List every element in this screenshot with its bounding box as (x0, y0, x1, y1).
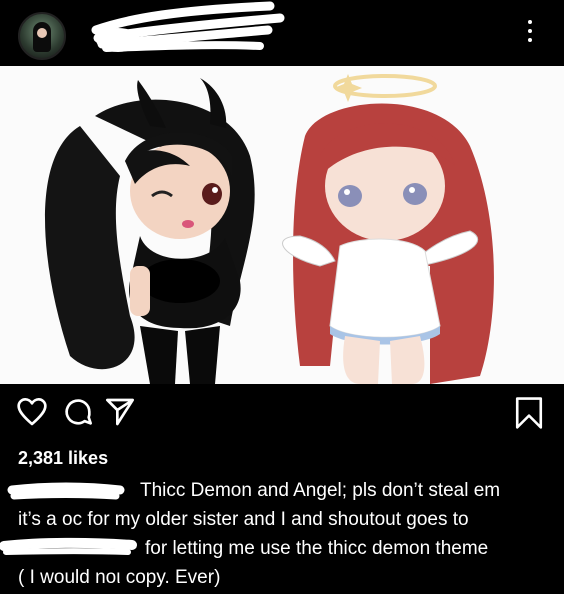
caption-mention-redaction (0, 537, 137, 555)
caption-line: for letting me use the thicc demon theme (145, 538, 489, 559)
heart-icon[interactable] (16, 396, 48, 428)
caption-line: ( I would noι copy. Ever) (18, 567, 221, 588)
comment-icon[interactable] (62, 396, 94, 428)
caption-line: it’s a oc for my older sister and I and … (18, 509, 469, 530)
post-image[interactable] (0, 66, 564, 384)
post-header (0, 0, 564, 66)
avatar[interactable] (18, 12, 66, 60)
send-icon[interactable] (104, 396, 136, 428)
more-vertical-icon[interactable] (520, 20, 540, 46)
post-actions (0, 390, 564, 440)
caption-line: Thicc Demon and Angel; pls don’t steal e… (140, 480, 501, 501)
username-redaction-scribble (91, 1, 285, 52)
avatar-face (37, 28, 47, 38)
likes-count[interactable]: 2,381 likes (18, 448, 108, 469)
artwork-illustration (45, 74, 494, 384)
caption-username-redaction (7, 482, 125, 500)
bookmark-icon[interactable] (514, 396, 544, 430)
demon-character (45, 78, 255, 384)
angel-character (282, 74, 494, 384)
